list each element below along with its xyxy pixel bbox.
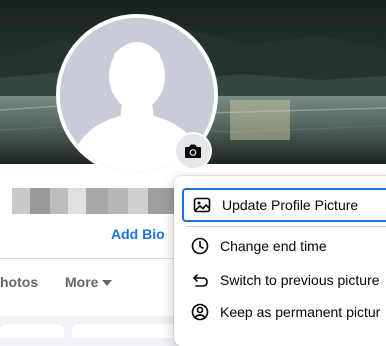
add-bio-link[interactable]: Add Bio — [111, 226, 165, 242]
caret-down-icon — [102, 280, 113, 286]
menu-item-label: Update Profile Picture — [222, 197, 359, 213]
feed-card — [72, 324, 182, 338]
menu-item-update-profile-picture[interactable]: Update Profile Picture — [182, 188, 386, 222]
tab-more-label: More — [65, 274, 99, 290]
feed-card — [0, 324, 64, 338]
menu-separator — [186, 226, 386, 227]
menu-item-keep-permanent-picture[interactable]: Keep as permanent pictur — [182, 296, 386, 328]
menu-item-change-end-time[interactable]: Change end time — [182, 230, 386, 262]
menu-item-label: Change end time — [220, 238, 327, 254]
tab-more[interactable]: More — [65, 274, 113, 290]
update-picture-camera-button[interactable] — [176, 134, 210, 168]
user-circle-icon — [190, 302, 210, 322]
image-icon — [192, 195, 212, 215]
menu-item-label: Switch to previous picture — [220, 272, 380, 288]
camera-icon — [185, 144, 201, 158]
clock-icon — [190, 236, 210, 256]
undo-icon — [190, 270, 210, 290]
tab-photos[interactable]: hotos — [0, 274, 38, 290]
profile-picture-menu: Update Profile Picture Change end time S… — [174, 176, 386, 346]
profile-name-blurred — [12, 188, 176, 214]
menu-item-label: Keep as permanent pictur — [220, 304, 381, 320]
menu-item-switch-previous-picture[interactable]: Switch to previous picture — [182, 264, 386, 296]
